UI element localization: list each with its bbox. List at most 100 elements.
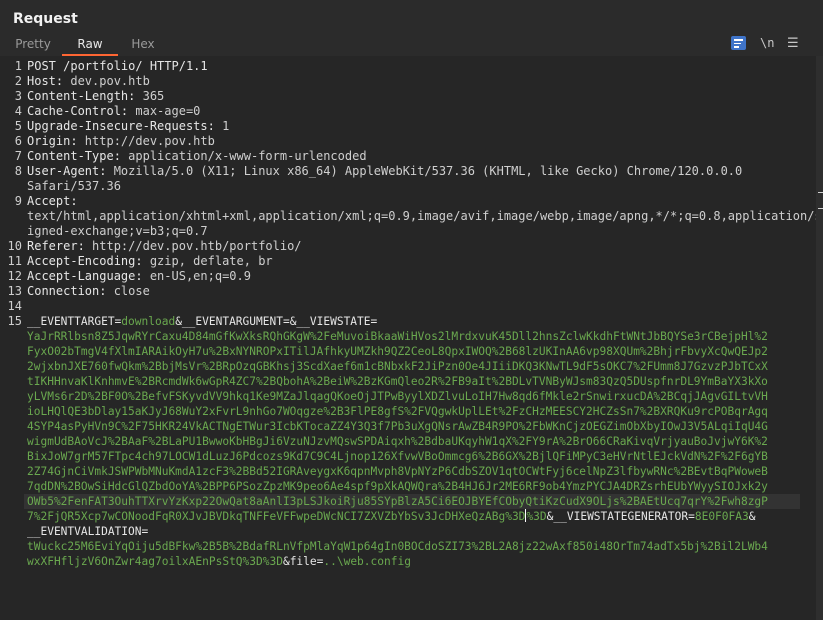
line-number: 5 xyxy=(14,119,22,133)
wrap-lines-icon[interactable] xyxy=(731,36,746,50)
line-number: 1 xyxy=(14,59,22,73)
param-value: 8E0F0FA3 xyxy=(694,510,749,523)
line-number xyxy=(0,554,22,569)
code-line[interactable]: tWuckc25M6EviYqOiju5dBFkw%2B5B%2BdafRLnV… xyxy=(27,539,768,554)
header-value: en-US,en;q=0.9 xyxy=(142,269,251,283)
line-number xyxy=(0,404,22,419)
code-line[interactable]: FyxO02bTmgV4fXlmIARAikOyH7u%2BxNYNROPxIT… xyxy=(27,344,768,359)
header-value: http://dev.pov.htb/portfolio/ xyxy=(84,239,302,253)
header-name: Accept: xyxy=(27,194,78,208)
code-line[interactable]: Accept-Encoding: gzip, deflate, br xyxy=(27,254,273,269)
scroll-marker xyxy=(818,192,823,193)
line-number xyxy=(0,419,22,434)
header-name: Referer: xyxy=(27,239,85,253)
line-number xyxy=(0,344,22,359)
header-name: User-Agent: xyxy=(27,164,107,178)
code-line[interactable]: ioLHQlQE3bDlay15aKJyJ68WuY2xFvrL9nhGo7WO… xyxy=(27,404,768,419)
code-line[interactable]: yLVMs6r2D%2BF0O%2BefvFSKyvdVV9hkq1Ke9MZa… xyxy=(27,389,768,404)
menu-icon[interactable]: ☰ xyxy=(787,36,799,51)
header-name: Host: xyxy=(27,74,64,88)
code-line[interactable]: wigmUdBAoVcJ%2BAaF%2BLaPU1BwwoKbHBgJi6Vz… xyxy=(27,434,768,449)
param-value: 2wjxbnJXE760fwQkm%2BbjMsVr%2BRpOzqGBKhsj… xyxy=(27,360,768,373)
param-name: __EVENTTARGET= xyxy=(27,315,122,328)
line-number: 13 xyxy=(7,284,22,298)
code-line[interactable]: 7qdDN%2BOwSiHdcGlQZbdOoYA%2BPP6PSozZpzMK… xyxy=(27,479,768,494)
line-number xyxy=(0,179,22,194)
param-value: wigmUdBAoVcJ%2BAaF%2BLaPU1BwwoKbHBgJi6Vz… xyxy=(27,435,768,448)
code-line[interactable]: Safari/537.36 xyxy=(27,179,121,194)
code-line[interactable]: Content-Type: application/x-www-form-url… xyxy=(27,149,367,164)
code-line[interactable]: 4SYP4asPyHVn9C%2F75HKR24VkACTNgETWur3Icb… xyxy=(27,419,768,434)
line-number: 4 xyxy=(14,104,22,118)
line-number: 6 xyxy=(14,134,22,148)
header-name: Upgrade-Insecure-Requests: xyxy=(27,119,215,133)
param-value: ..\web.config xyxy=(323,555,411,568)
param-value: download xyxy=(121,315,176,328)
param-value: 7%2FjQR5Xcp7wCONoodFqR0XJvJBVDkqTNFFeVFF… xyxy=(27,510,526,523)
param-value: wxXFHfljzV6OnZwr4ag7oilxAEnPsStQ%3D%3D xyxy=(27,555,283,568)
param-value: tIKHHnvaKlKnhmvE%2BRcmdWk6wGpR4ZC7%2BQbo… xyxy=(27,375,768,388)
header-value: gzip, deflate, br xyxy=(142,254,273,268)
code-line[interactable]: Referer: http://dev.pov.htb/portfolio/ xyxy=(27,239,302,254)
code-line[interactable]: YaJrRRlbsn8Z5JqwRYrCaxu4D84mGfKwXksRQhGK… xyxy=(27,329,768,344)
header-name: Cache-Control: xyxy=(27,104,129,118)
code-line[interactable]: text/html,application/xhtml+xml,applicat… xyxy=(27,209,822,224)
scrollbar[interactable] xyxy=(816,56,823,620)
param-value: FyxO02bTmgV4fXlmIARAikOyH7u%2BxNYNROPxIT… xyxy=(27,345,768,358)
line-number: 12 xyxy=(7,269,22,283)
code-line[interactable]: tIKHHnvaKlKnhmvE%2BRcmdWk6wGpR4ZC7%2BQbo… xyxy=(27,374,768,389)
header-value: 365 xyxy=(135,89,165,103)
code-line[interactable]: 7%2FjQR5Xcp7wCONoodFqR0XJvJBVDkqTNFFeVFF… xyxy=(27,509,755,524)
header-name: Connection: xyxy=(27,284,107,298)
line-number xyxy=(0,389,22,404)
header-name: Content-Length: xyxy=(27,89,136,103)
param-value: %3D xyxy=(526,510,547,523)
code-line[interactable]: User-Agent: Mozilla/5.0 (X11; Linux x86_… xyxy=(27,164,742,179)
param-value: yLVMs6r2D%2BF0O%2BefvFSKyvdVV9hkq1Ke9MZa… xyxy=(27,390,768,403)
code-line[interactable]: BixJoW7grM57FTpc4ch97LOCW1dLuzJ6Pdcozs9K… xyxy=(27,449,768,464)
code-line[interactable]: 2Z74GjnCiVmkJSWPWbMNuKmdA1zcF3%2BBd52IGR… xyxy=(27,464,768,479)
code-line[interactable]: __EVENTVALIDATION= xyxy=(27,524,148,539)
code-line[interactable]: wxXFHfljzV6OnZwr4ag7oilxAEnPsStQ%3D%3D&f… xyxy=(27,554,411,569)
code-line[interactable]: Content-Length: 365 xyxy=(27,89,164,104)
line-number: 3 xyxy=(14,89,22,103)
code-line[interactable]: igned-exchange;v=b3;q=0.7 xyxy=(27,224,208,239)
header-name: Accept-Encoding: xyxy=(27,254,143,268)
line-number xyxy=(0,224,22,239)
panel-title: Request xyxy=(13,11,78,27)
code-line[interactable]: Accept: xyxy=(27,194,78,209)
code-line[interactable]: Connection: close xyxy=(27,284,150,299)
line-number xyxy=(0,209,22,224)
header-value: close xyxy=(106,284,150,298)
line-number: 15 xyxy=(7,314,22,328)
param-name: &__VIEWSTATEGENERATOR= xyxy=(546,510,695,523)
line-number: 14 xyxy=(7,299,22,313)
header-value: 1 xyxy=(214,119,230,133)
code-line[interactable]: Accept-Language: en-US,en;q=0.9 xyxy=(27,269,251,284)
show-newlines-toggle[interactable]: \n xyxy=(760,36,774,50)
code-line[interactable]: Upgrade-Insecure-Requests: 1 xyxy=(27,119,229,134)
param-value: 7qdDN%2BOwSiHdcGlQZbdOoYA%2BPP6PSozZpzMK… xyxy=(27,480,768,493)
header-value: Safari/537.36 xyxy=(27,179,121,193)
header-value: max-age=0 xyxy=(128,104,201,118)
code-line[interactable]: __EVENTTARGET=download&__EVENTARGUMENT=&… xyxy=(27,314,377,329)
code-line[interactable]: 2wjxbnJXE760fwQkm%2BbjMsVr%2BRpOzqGBKhsj… xyxy=(27,359,768,374)
header-value: application/x-www-form-urlencoded xyxy=(120,149,367,163)
code-line[interactable]: OWb5%2FenFAT3OuhTTXrvYzKxp22OwQat8aAnlI3… xyxy=(27,494,768,509)
request-editor[interactable]: 1 POST /portfolio/ HTTP/1.1 2 Host: dev.pov… xyxy=(0,56,822,620)
line-number xyxy=(0,539,22,554)
param-name: &file= xyxy=(282,555,324,568)
tab-hex[interactable]: Hex xyxy=(120,34,166,54)
code-line[interactable]: Host: dev.pov.htb xyxy=(27,74,150,89)
header-name: Accept-Language: xyxy=(27,269,143,283)
header-value: igned-exchange;v=b3;q=0.7 xyxy=(27,224,208,238)
tab-pretty[interactable]: Pretty xyxy=(6,34,60,54)
header-value: Mozilla/5.0 (X11; Linux x86_64) AppleWeb… xyxy=(106,164,743,178)
param-value: ioLHQlQE3bDlay15aKJyJ68WuY2xFvrL9nhGo7WO… xyxy=(27,405,768,418)
code-line[interactable]: Cache-Control: max-age=0 xyxy=(27,104,200,119)
code-line[interactable]: POST /portfolio/ HTTP/1.1 xyxy=(27,59,208,74)
line-number xyxy=(0,494,22,509)
tab-raw[interactable]: Raw xyxy=(62,34,118,56)
code-line[interactable]: Origin: http://dev.pov.htb xyxy=(27,134,215,149)
line-number: 2 xyxy=(14,74,22,88)
